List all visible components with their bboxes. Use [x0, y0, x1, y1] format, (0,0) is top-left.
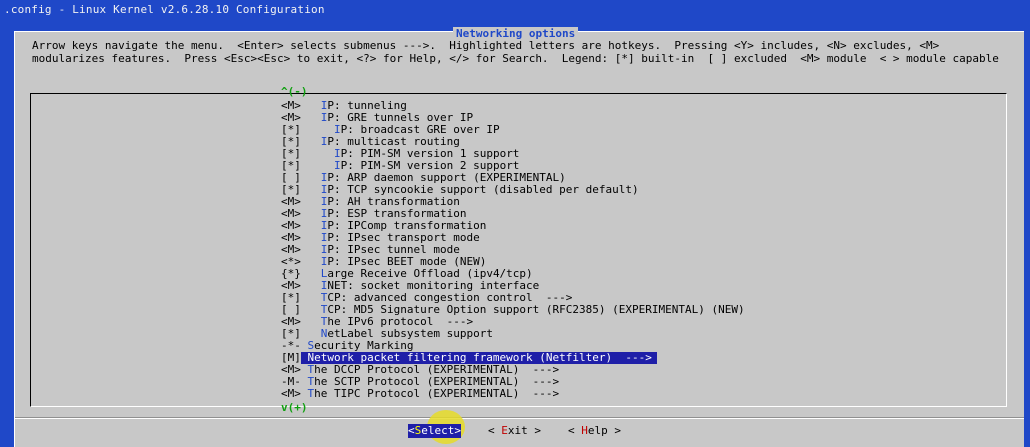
menu-item-tipc-protocol[interactable]: <M> The TIPC Protocol (EXPERIMENTAL) ---…	[281, 388, 745, 400]
menu-list: <M> IP: tunneling <M> IP: GRE tunnels ov…	[281, 100, 745, 400]
help-text: Arrow keys navigate the menu. <Enter> se…	[32, 39, 1022, 65]
select-button[interactable]: <Select>	[408, 424, 461, 438]
scroll-down-indicator[interactable]: v(+)	[281, 402, 308, 414]
item-label: he TIPC Protocol (EXPERIMENTAL) --->	[314, 387, 560, 400]
scroll-up-indicator[interactable]: ^(-)	[281, 86, 308, 98]
item-state: <M>	[281, 387, 301, 400]
dialog-title: Networking options	[453, 27, 579, 41]
help-line-2: modularizes features. Press <Esc><Esc> t…	[32, 52, 999, 65]
exit-button[interactable]: < Exit >	[488, 424, 541, 438]
button-bar: <Select> < Exit > < Help >	[0, 424, 1030, 438]
help-button[interactable]: < Help >	[568, 424, 621, 438]
window-title: .config - Linux Kernel v2.6.28.10 Config…	[4, 3, 325, 16]
button-separator	[15, 417, 1024, 419]
